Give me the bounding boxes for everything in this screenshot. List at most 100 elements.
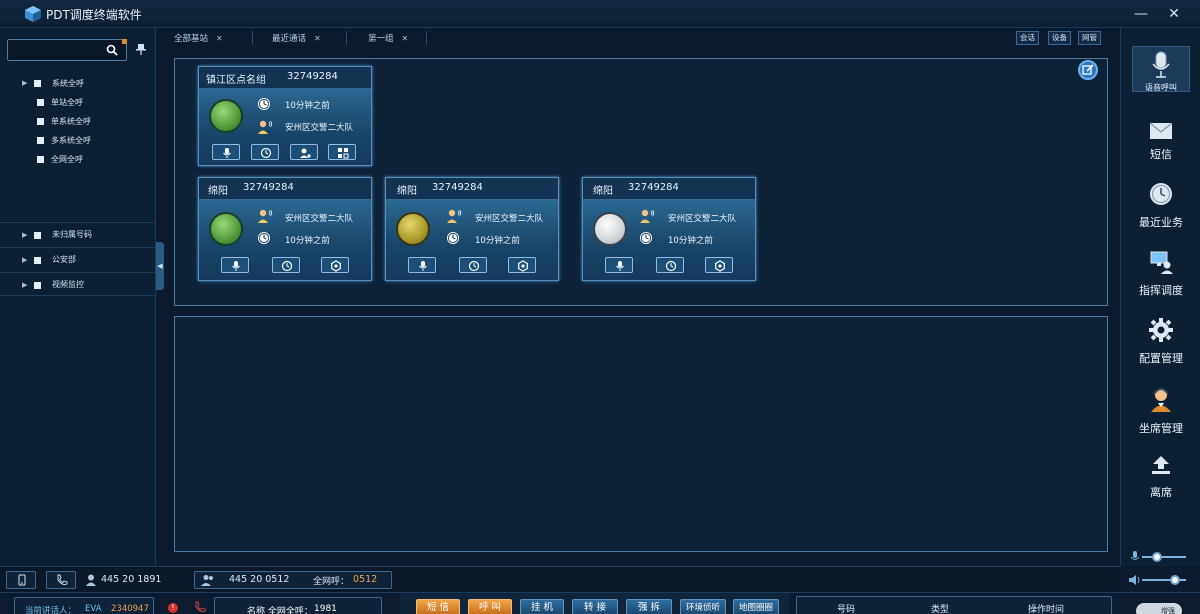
enhance-toggle[interactable]: 增强: [1136, 603, 1182, 614]
upload-icon: [1152, 456, 1170, 474]
checkbox[interactable]: [34, 282, 41, 289]
checkbox[interactable]: [34, 232, 41, 239]
tab-recent-calls[interactable]: 最近通话 ✕: [272, 32, 321, 46]
call-history-button[interactable]: [272, 257, 300, 273]
record-table-header: 号码 类型 操作时间: [796, 596, 1112, 614]
expand-arrow-icon[interactable]: ▶: [22, 273, 27, 297]
close-tab-icon[interactable]: ✕: [216, 34, 223, 43]
pin-icon[interactable]: [136, 43, 146, 55]
transfer-button[interactable]: 转 接: [572, 599, 618, 614]
tree-section-unassigned[interactable]: ▶ 未归属号码: [0, 222, 156, 246]
edit-icon[interactable]: [1078, 60, 1098, 80]
checkbox[interactable]: [37, 99, 44, 106]
config-nav[interactable]: 配置管理: [1121, 318, 1200, 378]
group-card[interactable]: 绵阳 32749284 安州区交警二大队 10分钟之前: [385, 177, 559, 281]
map-circle-button[interactable]: 地图圈圈: [733, 599, 779, 614]
dispatch-nav[interactable]: 指挥调度: [1121, 250, 1200, 310]
microphone-icon: [1152, 51, 1170, 78]
detail-panel: [174, 316, 1108, 552]
card-body: 安州区交警二大队 10分钟之前: [386, 200, 558, 280]
expand-arrow-icon[interactable]: ▶: [22, 223, 27, 247]
checkbox[interactable]: [34, 257, 41, 264]
minimize-icon[interactable]: —: [1133, 6, 1149, 22]
mini-tab-device[interactable]: 设备: [1048, 31, 1071, 45]
sms-nav[interactable]: 短信: [1121, 120, 1200, 180]
title-bar: PDT调度终端软件 — ✕: [0, 0, 1200, 28]
gear-icon: [331, 260, 341, 272]
member-button[interactable]: [290, 144, 318, 160]
tree-item-multi-system[interactable]: 多系统全呼: [0, 131, 156, 150]
group-card[interactable]: 镇江区点名组 32749284 10分钟之前 安州区交警二大队: [198, 66, 372, 166]
settings-button[interactable]: [321, 257, 349, 273]
dispatch-icon: [1150, 251, 1173, 274]
settings-button[interactable]: [508, 257, 536, 273]
tree-section-video[interactable]: ▶ 视频监控: [0, 272, 156, 296]
card-header: 镇江区点名组 32749284: [199, 67, 371, 89]
call-history-button[interactable]: [656, 257, 684, 273]
expand-arrow-icon[interactable]: ▶: [22, 74, 27, 93]
group-card[interactable]: 绵阳 32749284 安州区交警二大队 10分钟之前: [198, 177, 372, 281]
sms-button[interactable]: 短 信: [416, 599, 460, 614]
checkbox[interactable]: [37, 137, 44, 144]
hangup-button[interactable]: 挂 机: [520, 599, 564, 614]
voice-call-button[interactable]: [221, 257, 249, 273]
group-card[interactable]: 绵阳 32749284 安州区交警二大队 10分钟之前: [582, 177, 756, 281]
voice-call-button[interactable]: [605, 257, 633, 273]
envelope-icon: [1149, 122, 1173, 139]
card-number: 32749284: [287, 71, 338, 82]
checkbox[interactable]: [37, 156, 44, 163]
call-history-button[interactable]: [459, 257, 487, 273]
voice-call-nav[interactable]: 语音呼叫: [1121, 48, 1200, 108]
recent-business-nav[interactable]: 最近业务: [1121, 182, 1200, 242]
mic-volume-slider[interactable]: [1128, 551, 1192, 563]
close-icon[interactable]: ✕: [1166, 6, 1182, 22]
tree-item-system-all-call[interactable]: ▶ 系统全呼: [0, 74, 156, 93]
grid-view-button[interactable]: [328, 144, 356, 160]
panel-collapse-handle[interactable]: ◀: [156, 242, 164, 290]
search-input[interactable]: [7, 39, 127, 61]
table-header-type: 类型: [931, 605, 950, 614]
slider-knob[interactable]: [1170, 575, 1180, 585]
seat-management-nav[interactable]: 坐席管理: [1121, 386, 1200, 446]
settings-button[interactable]: [705, 257, 733, 273]
tree-item-single-station[interactable]: 单站全呼: [0, 93, 156, 112]
call-button[interactable]: [46, 571, 76, 589]
mini-tab-network[interactable]: 网管: [1078, 31, 1101, 45]
tab-all-stations[interactable]: 全部基站 ✕: [174, 32, 223, 46]
tab-divider: [252, 31, 253, 45]
tree-item-single-system[interactable]: 单系统全呼: [0, 112, 156, 131]
card-line1: 10分钟之前: [285, 101, 330, 111]
tree-item-network-all[interactable]: 全网全呼: [0, 150, 156, 169]
alert-icon[interactable]: !: [168, 603, 178, 613]
call-history-button[interactable]: [251, 144, 279, 160]
force-disconnect-button[interactable]: 强 拆: [626, 599, 672, 614]
microphone-icon: [232, 261, 240, 271]
speaker-volume-slider[interactable]: [1128, 574, 1192, 586]
phone-mode-button[interactable]: [6, 571, 36, 589]
checkbox[interactable]: [34, 80, 41, 87]
speaker-icon: [1129, 575, 1140, 585]
card-number: 32749284: [432, 182, 483, 193]
phone-icon: [57, 574, 68, 585]
search-corner-mark: [122, 39, 127, 44]
ambient-listen-button[interactable]: 环境侦听: [680, 599, 726, 614]
voice-call-button[interactable]: [212, 144, 240, 160]
status-orb-green: [209, 212, 243, 246]
tab-group-one[interactable]: 第一组 ✕: [368, 32, 408, 46]
slider-knob[interactable]: [1152, 552, 1163, 562]
expand-arrow-icon[interactable]: ▶: [22, 248, 27, 272]
close-tab-icon[interactable]: ✕: [402, 34, 409, 43]
checkbox[interactable]: [37, 118, 44, 125]
voice-call-button[interactable]: [408, 257, 436, 273]
tree-section-police[interactable]: ▶ 公安部: [0, 247, 156, 271]
card-line2: 10分钟之前: [668, 236, 713, 246]
name-value: 1981: [314, 604, 337, 614]
close-tab-icon[interactable]: ✕: [314, 34, 321, 43]
mini-tab-session[interactable]: 会话: [1016, 31, 1039, 45]
call-button-main[interactable]: 呼 叫: [468, 599, 512, 614]
search-icon[interactable]: [106, 44, 118, 56]
missed-call-icon[interactable]: [194, 601, 206, 613]
card-number: 32749284: [243, 182, 294, 193]
leave-seat-nav[interactable]: 离席: [1121, 454, 1200, 514]
card-body: 安州区交警二大队 10分钟之前: [583, 200, 755, 280]
